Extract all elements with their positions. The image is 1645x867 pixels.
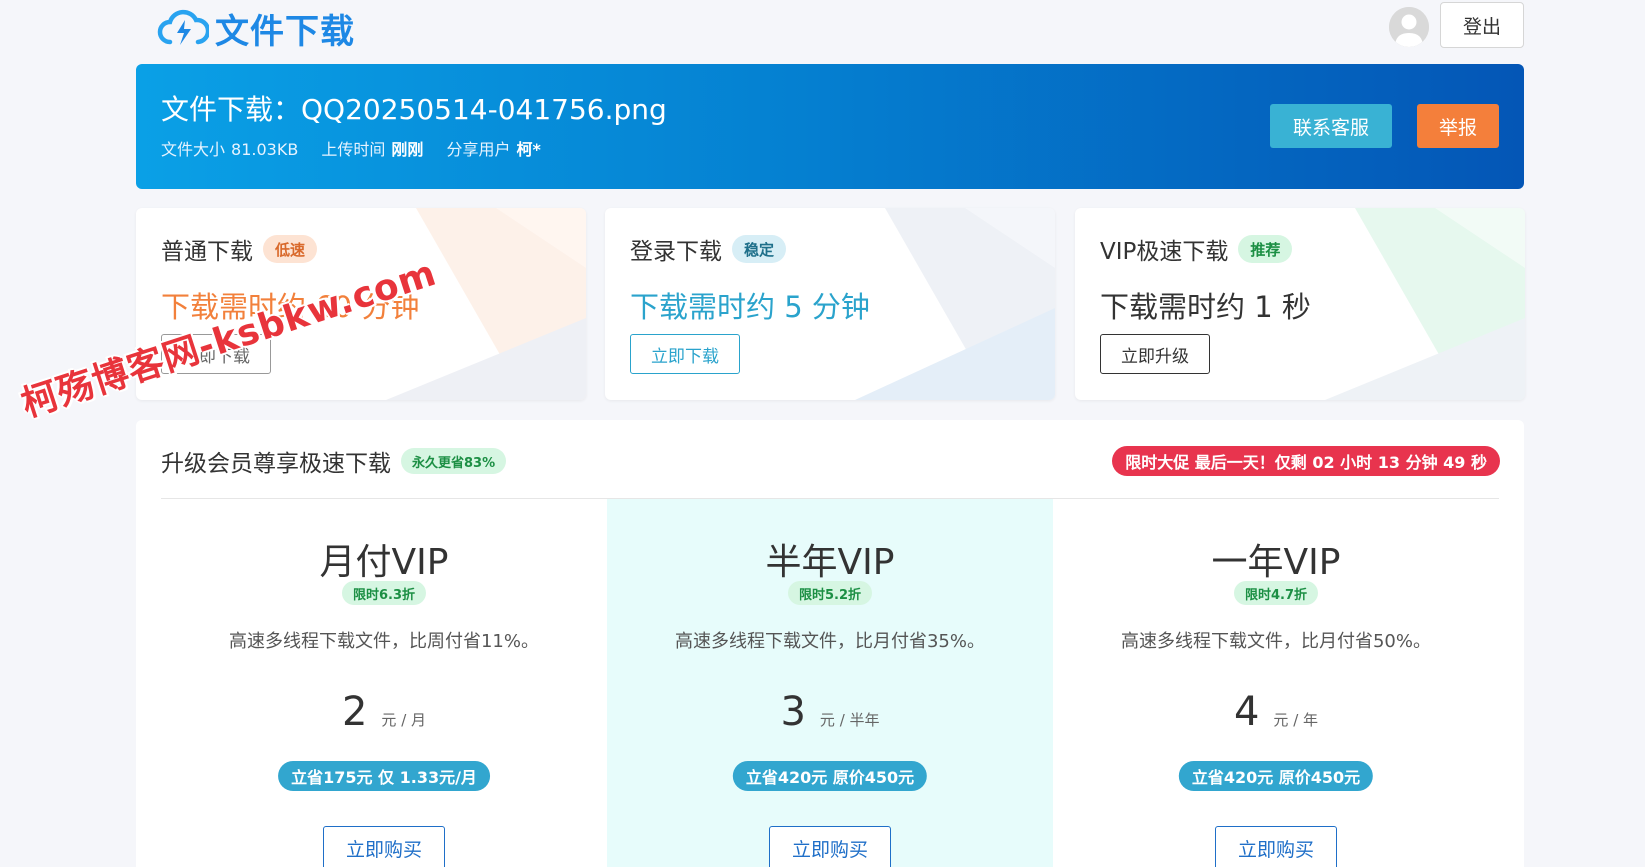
option-title: 登录下载: [630, 239, 722, 265]
login-download-button[interactable]: 立即下载: [630, 334, 740, 374]
user-avatar-icon[interactable]: [1389, 7, 1429, 47]
plan-half-year: 半年VIP 限时5.2折 高速多线程下载文件，比月付省35%。 3元 / 半年 …: [607, 499, 1053, 867]
plan-yearly: 一年VIP 限时4.7折 高速多线程下载文件，比月付省50%。 4 元 / 年 立…: [1053, 499, 1499, 867]
brand-name: 文件下载: [215, 12, 355, 52]
plan-name: 半年VIP: [765, 542, 895, 583]
option-header: VIP极速下载 推荐: [1100, 232, 1293, 266]
plan-saving-badge: 立省175元 仅 1.33元/月: [278, 761, 490, 791]
report-button[interactable]: 举报: [1417, 104, 1499, 148]
contact-service-button[interactable]: 联系客服: [1270, 104, 1392, 148]
vip-download-card: VIP极速下载 推荐 下载需时约 1 秒 立即升级: [1075, 208, 1525, 400]
upload-time-label: 上传时间: [321, 140, 386, 159]
plan-description: 高速多线程下载文件，比月付省50%。: [1120, 631, 1431, 652]
download-time: 下载需时约 60 分钟: [161, 290, 420, 324]
brand-logo[interactable]: 文件下载: [157, 4, 355, 53]
plan-price: 2 元 / 月: [161, 689, 607, 735]
plan-discount-badge: 限时4.7折: [1233, 581, 1319, 605]
price-number: 2: [341, 689, 368, 735]
speed-badge: 稳定: [732, 235, 787, 263]
option-header: 普通下载 低速: [161, 232, 318, 266]
user-silhouette: [1389, 7, 1429, 47]
option-title: 普通下载: [161, 239, 253, 265]
vip-upgrade-panel: 升级会员尊享极速下载 永久更省83% 限时大促 最后一天！仅剩 02 小时 13…: [136, 420, 1524, 867]
file-info-banner: 文件下载：QQ20250514-041756.png 文件大小 81.03KB 上…: [136, 64, 1524, 189]
price-number: 3: [780, 689, 806, 735]
buy-yearly-button[interactable]: 立即购买: [1215, 826, 1337, 867]
plan-discount-badge: 限时6.3折: [341, 581, 427, 605]
speed-badge: 低速: [263, 235, 318, 263]
file-size-label: 文件大小: [161, 140, 226, 159]
plan-name: 一年VIP: [1211, 542, 1341, 583]
plan-saving-badge: 立省420元 原价450元: [1178, 761, 1374, 791]
vip-header: 升级会员尊享极速下载 永久更省83%: [161, 444, 507, 478]
plan-name: 月付VIP: [319, 542, 449, 583]
top-bar: 文件下载 登出: [0, 0, 1645, 58]
speed-badge: 推荐: [1238, 235, 1293, 263]
vip-saving-badge: 永久更省83%: [401, 448, 507, 474]
download-time: 下载需时约 1 秒: [1100, 290, 1311, 324]
price-number: 4: [1233, 689, 1260, 735]
option-title: VIP极速下载: [1100, 239, 1229, 265]
buy-monthly-button[interactable]: 立即购买: [323, 826, 445, 867]
download-page: 文件下载 登出 文件下载：QQ20250514-041756.png 文件大小 8…: [0, 0, 1645, 867]
logout-button[interactable]: 登出: [1440, 2, 1524, 48]
plan-price: 3 元 / 半年: [607, 689, 1053, 735]
cloud-lightning-icon: [157, 9, 209, 45]
price-unit: 元 / 半年: [819, 711, 880, 729]
normal-download-button[interactable]: 立即下载: [161, 334, 271, 374]
upload-time-value: 刚刚: [391, 140, 424, 159]
plan-description: 高速多线程下载文件，比周付省11%。: [228, 631, 539, 652]
price-unit: 元 / 月: [381, 711, 427, 729]
upgrade-button[interactable]: 立即升级: [1100, 334, 1210, 374]
vip-plans: 月付VIP 限时6.3折 高速多线程下载文件，比周付省11%。 2 元 / 月 立…: [161, 499, 1499, 867]
option-header: 登录下载 稳定: [630, 232, 787, 266]
buy-half-year-button[interactable]: 立即购买: [769, 826, 891, 867]
price-unit: 元 / 年: [1273, 711, 1319, 729]
file-meta: 文件大小 81.03KB 上传时间 刚刚 分享用户 柯*: [161, 136, 559, 160]
download-time: 下载需时约 5 分钟: [630, 290, 870, 324]
normal-download-card: 普通下载 低速 下载需时约 60 分钟 立即下载: [136, 208, 586, 400]
sharer-value: 柯*: [516, 140, 541, 159]
plan-price: 4 元 / 年: [1053, 689, 1499, 735]
file-title: 文件下载：QQ20250514-041756.png: [161, 93, 667, 126]
plan-monthly: 月付VIP 限时6.3折 高速多线程下载文件，比周付省11%。 2 元 / 月 立…: [161, 499, 607, 867]
vip-title: 升级会员尊享极速下载: [161, 451, 391, 477]
plan-description: 高速多线程下载文件，比月付省35%。: [674, 631, 985, 652]
plan-discount-badge: 限时5.2折: [787, 581, 873, 605]
file-size-value: 81.03KB: [231, 140, 299, 159]
login-download-card: 登录下载 稳定 下载需时约 5 分钟 立即下载: [605, 208, 1055, 400]
sharer-label: 分享用户: [446, 140, 511, 159]
plan-saving-badge: 立省420元 原价450元: [732, 761, 928, 791]
promo-countdown-badge: 限时大促 最后一天！仅剩 02 小时 13 分钟 49 秒: [1112, 446, 1500, 476]
